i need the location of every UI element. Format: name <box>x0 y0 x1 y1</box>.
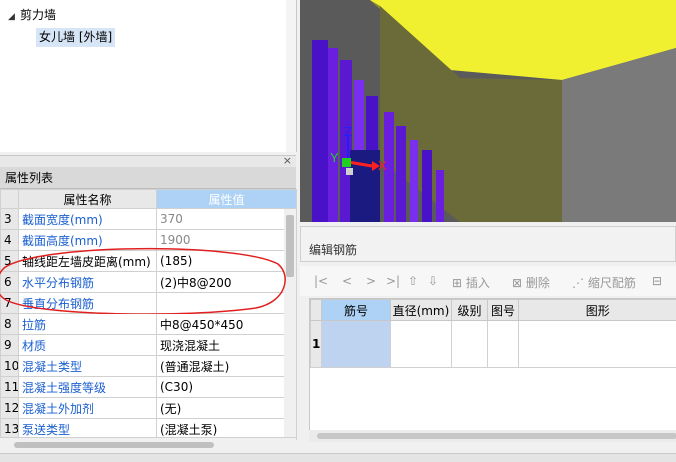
prev-record-button[interactable]: < <box>342 274 352 288</box>
property-name: 截面宽度(mm) <box>19 209 157 230</box>
diameter-cell[interactable] <box>390 321 452 368</box>
grid-corner <box>311 300 322 321</box>
first-record-button[interactable]: |< <box>314 274 328 288</box>
scale-rebar-button[interactable]: ⋰ 缩尺配筋 <box>572 274 636 291</box>
row-number: 1 <box>311 321 322 368</box>
rebar-editor-title: 编辑钢筋 <box>309 241 357 258</box>
column-header-diameter: 直径(mm) <box>390 300 452 321</box>
table-row[interactable]: 12 混凝土外加剂 (无) <box>1 398 297 419</box>
column-header-value: 属性值 <box>157 190 297 209</box>
property-vertical-scrollbar[interactable] <box>284 209 296 437</box>
property-name: 混凝土强度等级 <box>19 377 157 398</box>
scrollbar-thumb[interactable] <box>14 442 214 448</box>
property-name: 混凝土外加剂 <box>19 398 157 419</box>
insert-icon: ⊞ <box>452 276 462 290</box>
table-row[interactable]: 11 混凝土强度等级 (C30) <box>1 377 297 398</box>
row-number: 11 <box>1 377 19 398</box>
property-name: 混凝土类型 <box>19 356 157 377</box>
axis-y-label: Y <box>330 150 339 165</box>
3d-viewport[interactable]: Z Y X <box>300 0 676 222</box>
table-row[interactable]: 10 混凝土类型 (普通混凝土) <box>1 356 297 377</box>
property-value[interactable]: (无) <box>157 398 297 419</box>
move-down-icon[interactable]: ⇩ <box>428 274 438 288</box>
next-record-button[interactable]: > <box>366 274 376 288</box>
scrollbar-thumb[interactable] <box>317 433 676 439</box>
property-name: 材质 <box>19 335 157 356</box>
column-header-bar-number: 筋号 <box>322 300 390 321</box>
property-value[interactable]: (普通混凝土) <box>157 356 297 377</box>
grade-cell[interactable] <box>452 321 487 368</box>
table-row[interactable]: 1 <box>311 321 676 368</box>
table-row[interactable]: 8 拉筋 中8@450*450 <box>1 314 297 335</box>
rebar-toolbar: |< < > >| ⇧ ⇩ ⊞ 插入 ⊠ 删除 ⋰ 缩尺配筋 ⊟ <box>300 266 676 296</box>
bar-number-cell[interactable] <box>322 321 390 368</box>
column-header-grade: 级别 <box>452 300 487 321</box>
rebar-horizontal-scrollbar[interactable] <box>309 430 676 442</box>
delete-label: 删除 <box>526 276 550 290</box>
column-header-shape: 图形 <box>519 300 676 321</box>
property-value[interactable]: 现浇混凝土 <box>157 335 297 356</box>
move-up-icon[interactable]: ⇧ <box>408 274 418 288</box>
axis-x-label: X <box>378 158 387 173</box>
column-header-name: 属性名称 <box>19 190 157 209</box>
property-value[interactable]: (C30) <box>157 377 297 398</box>
row-number: 10 <box>1 356 19 377</box>
tree-group-shear-wall[interactable]: ◢剪力墙 <box>8 6 56 24</box>
shape-cell[interactable] <box>519 321 676 368</box>
figure-number-cell[interactable] <box>487 321 519 368</box>
table-row[interactable]: 3 截面宽度(mm) 370 <box>1 209 297 230</box>
property-table: 属性名称 属性值 3 截面宽度(mm) 370 4 截面高度(mm) 1900 … <box>0 189 297 440</box>
component-tree-panel: ◢剪力墙 女儿墙 [外墙] <box>0 0 297 152</box>
property-horizontal-scrollbar[interactable] <box>0 437 296 452</box>
column-header-figure-number: 图号 <box>487 300 519 321</box>
collapse-arrow-icon[interactable]: ◢ <box>8 8 20 26</box>
delete-button[interactable]: ⊠ 删除 <box>512 274 550 291</box>
rebar-grid: 筋号 直径(mm) 级别 图号 图形 1 <box>309 298 676 432</box>
last-record-button[interactable]: >| <box>386 274 400 288</box>
row-number: 8 <box>1 314 19 335</box>
scrollbar-thumb[interactable] <box>286 215 294 277</box>
red-annotation-oval <box>0 246 286 314</box>
tree-group-label: 剪力墙 <box>20 8 56 22</box>
insert-label: 插入 <box>466 276 490 290</box>
tree-item-parapet-wall[interactable]: 女儿墙 [外墙] <box>36 28 115 47</box>
axis-z-label: Z <box>344 124 352 139</box>
property-value[interactable]: 中8@450*450 <box>157 314 297 335</box>
insert-button[interactable]: ⊞ 插入 <box>452 274 490 291</box>
property-value[interactable]: 370 <box>157 209 297 230</box>
close-icon[interactable]: × <box>283 154 292 167</box>
table-row[interactable]: 9 材质 现浇混凝土 <box>1 335 297 356</box>
delete-icon: ⊠ <box>512 276 522 290</box>
scale-label: 缩尺配筋 <box>588 276 636 290</box>
header-corner <box>1 190 19 209</box>
property-name: 拉筋 <box>19 314 157 335</box>
rebar-editor-titlebar: 编辑钢筋 <box>300 226 676 262</box>
more-icon[interactable]: ⊟ <box>652 274 662 288</box>
property-panel-title: 属性列表 <box>0 167 296 189</box>
row-number: 3 <box>1 209 19 230</box>
scale-icon: ⋰ <box>572 276 584 290</box>
row-number: 12 <box>1 398 19 419</box>
row-number: 9 <box>1 335 19 356</box>
tree-scrollbar[interactable] <box>286 0 296 152</box>
